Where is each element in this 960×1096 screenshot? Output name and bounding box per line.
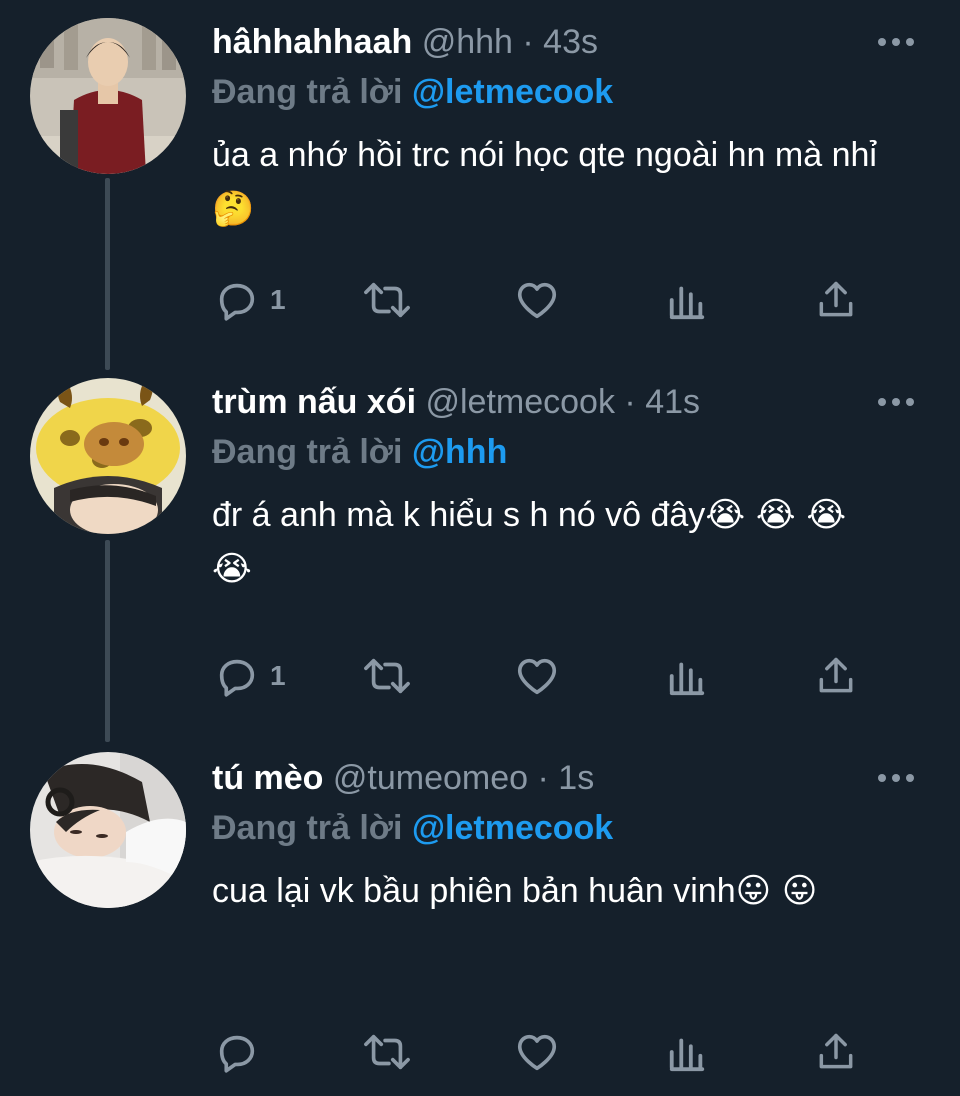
retweet-button[interactable] <box>362 646 412 706</box>
timestamp[interactable]: · 1s <box>538 759 595 797</box>
replying-to: Đang trả lời @hhh <box>212 428 507 476</box>
tweet-header: tú mèo @tumeomeo · 1s <box>212 754 594 802</box>
display-name[interactable]: hâhhahhaah <box>212 23 412 61</box>
share-icon <box>819 281 853 317</box>
timestamp[interactable]: · 43s <box>522 23 598 61</box>
replying-to: Đang trả lời @letmecook <box>212 68 613 116</box>
share-icon <box>819 657 853 693</box>
share-button[interactable] <box>814 270 858 330</box>
tweet-text: cua lại vk bầu phiên bản huân vinh😛 😛 <box>212 864 892 918</box>
reply-count: 1 <box>270 284 286 315</box>
tweet-text-content: cua lại vk bầu phiên bản huân vinh <box>212 872 736 910</box>
reply-count: 1 <box>270 660 286 691</box>
analytics-button[interactable] <box>666 270 708 330</box>
replying-handle[interactable]: @letmecook <box>412 73 613 111</box>
tweet[interactable]: trùm nấu xói @letmecook · 41s Đang trả l… <box>0 360 960 740</box>
share-button[interactable] <box>814 646 858 706</box>
analytics-icon <box>669 1038 705 1072</box>
tweet-text: đr á anh mà k hiểu s h nó vô đây😭 😭 😭 😭 <box>212 488 892 596</box>
reply-button[interactable] <box>214 1022 270 1082</box>
analytics-button[interactable] <box>666 646 708 706</box>
like-button[interactable] <box>514 270 560 330</box>
tweet-text-content: đr á anh mà k hiểu s h nó vô đây <box>212 496 706 534</box>
display-name[interactable]: tú mèo <box>212 759 323 797</box>
more-icon[interactable] <box>876 394 916 410</box>
tweet-header: hâhhahhaah @hhh · 43s <box>212 18 598 66</box>
like-button[interactable] <box>514 1022 560 1082</box>
more-icon[interactable] <box>876 34 916 50</box>
action-bar: 1 <box>0 270 960 330</box>
handle[interactable]: @letmecook <box>425 383 614 421</box>
replying-handle[interactable]: @letmecook <box>412 809 613 847</box>
reply-button[interactable]: 1 <box>214 646 286 706</box>
analytics-icon <box>669 662 705 696</box>
share-button[interactable] <box>814 1022 858 1082</box>
retweet-button[interactable] <box>362 270 412 330</box>
tweet-header: trùm nấu xói @letmecook · 41s <box>212 378 700 426</box>
analytics-icon <box>669 286 705 320</box>
retweet-icon <box>364 282 410 318</box>
handle[interactable]: @hhh <box>422 23 513 61</box>
timestamp[interactable]: · 41s <box>624 383 700 421</box>
tweet[interactable]: hâhhahhaah @hhh · 43s Đang trả lời @letm… <box>0 0 960 370</box>
reply-icon <box>219 1035 255 1073</box>
tweet[interactable]: tú mèo @tumeomeo · 1s Đang trả lời @letm… <box>0 736 960 1096</box>
like-button[interactable] <box>514 646 560 706</box>
reply-button[interactable]: 1 <box>214 270 286 330</box>
reply-icon <box>219 283 255 321</box>
tweet-text-content: ủa a nhớ hồi trc nói học qte ngoài hn mà… <box>212 136 877 174</box>
action-bar <box>0 1022 960 1082</box>
analytics-button[interactable] <box>666 1022 708 1082</box>
replying-label: Đang trả lời <box>212 433 403 471</box>
tweet-text: ủa a nhớ hồi trc nói học qte ngoài hn mà… <box>212 128 892 236</box>
share-icon <box>819 1033 853 1069</box>
emoji: 😛 😛 <box>735 871 818 911</box>
replying-label: Đang trả lời <box>212 809 403 847</box>
display-name[interactable]: trùm nấu xói <box>212 383 416 421</box>
handle[interactable]: @tumeomeo <box>333 759 528 797</box>
like-icon <box>517 282 557 319</box>
replying-label: Đang trả lời <box>212 73 403 111</box>
avatar[interactable] <box>30 752 186 908</box>
replying-handle[interactable]: @hhh <box>412 433 507 471</box>
like-icon <box>517 658 557 695</box>
avatar[interactable] <box>30 378 186 534</box>
like-icon <box>517 1034 557 1071</box>
retweet-icon <box>364 658 410 694</box>
avatar[interactable] <box>30 18 186 174</box>
emoji: 🤔 <box>212 189 255 229</box>
retweet-button[interactable] <box>362 1022 412 1082</box>
more-icon[interactable] <box>876 770 916 786</box>
action-bar: 1 <box>0 646 960 706</box>
reply-icon <box>219 659 255 697</box>
retweet-icon <box>364 1034 410 1070</box>
replying-to: Đang trả lời @letmecook <box>212 804 613 852</box>
